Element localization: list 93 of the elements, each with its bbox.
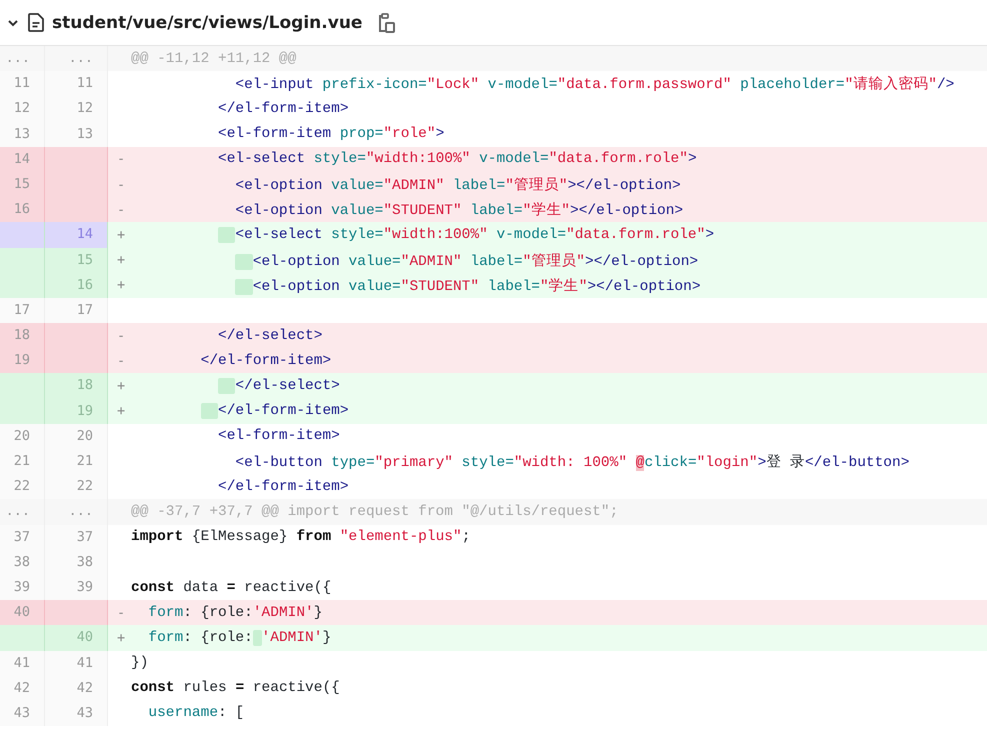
- copy-icon[interactable]: [378, 12, 396, 32]
- line-number: 18: [0, 323, 45, 348]
- line-number: 15: [0, 172, 45, 198]
- gutter-cell: [0, 222, 45, 248]
- code-line: username: [: [147, 705, 244, 722]
- gutter-cell: [45, 146, 108, 172]
- line-number: 14: [0, 146, 45, 172]
- code-line: <el-button type="primary" style="width: 100%" @click="login">登 录</el-button>: [234, 454, 910, 472]
- gutter-cell: [0, 398, 45, 424]
- line-number: 17: [45, 298, 108, 324]
- diff-marker: +: [116, 226, 126, 243]
- line-number: 38: [0, 550, 45, 575]
- code-line: </el-form-item>: [200, 352, 332, 369]
- file-icon: [28, 13, 44, 32]
- line-number: 38: [45, 550, 108, 575]
- diff-marker: +: [116, 252, 126, 268]
- line-number: 21: [0, 449, 45, 474]
- line-number: 37: [0, 524, 45, 550]
- line-number: 40: [0, 600, 45, 626]
- line-number: 19: [45, 398, 108, 424]
- line-number: 22: [0, 474, 45, 500]
- code-line: <el-option value="STUDENT" label="学生"></el-option>: [131, 276, 701, 295]
- line-number: 12: [45, 96, 108, 122]
- gutter-cell: [0, 272, 45, 298]
- code-line: <el-select style="width:100%" v-model="data.form.role">: [217, 151, 697, 168]
- code-line: </el-form-item>: [217, 478, 349, 495]
- diff-marker: -: [116, 176, 126, 193]
- gutter-cell: [0, 625, 45, 651]
- line-number: 13: [45, 122, 108, 147]
- line-number: 42: [0, 676, 45, 701]
- line-number: ...: [45, 46, 108, 72]
- line-number: 22: [45, 474, 108, 500]
- diff-marker: -: [116, 151, 126, 168]
- line-number: ...: [0, 46, 45, 72]
- code-line: const data = reactive({: [131, 580, 332, 596]
- gutter-cell: [0, 248, 45, 273]
- line-number: 19: [0, 348, 45, 374]
- hunk-header: @@ -11,12 +11,12 @@: [131, 50, 296, 67]
- gutter-cell: [45, 323, 108, 348]
- code-line: </el-form-item>: [217, 100, 349, 117]
- line-number: 43: [0, 700, 45, 726]
- diff-marker: +: [116, 378, 126, 394]
- diff-marker: -: [116, 604, 126, 621]
- line-number: 17: [0, 298, 45, 324]
- gutter-cell: [45, 197, 108, 222]
- code-line: <el-select style="width:100%" v-model="data.form.role">: [131, 226, 714, 243]
- code-line: <el-option value="STUDENT" label="学生"></el-option>: [234, 201, 684, 220]
- file-path: student/vue/src/views/Login.vue: [52, 12, 362, 32]
- line-number: 20: [0, 424, 45, 450]
- diff-marker: -: [116, 352, 126, 369]
- line-number: 41: [45, 650, 108, 676]
- diff-marker: +: [116, 277, 126, 294]
- line-number: ...: [45, 499, 108, 525]
- line-number: 11: [45, 71, 108, 96]
- diff-marker: +: [116, 403, 126, 420]
- diff-marker: +: [116, 630, 126, 646]
- code-line: <el-input prefix-icon="Lock" v-model="data.form.password" placeholder="请输入密码"/>: [234, 74, 954, 94]
- line-number: 16: [0, 197, 45, 222]
- code-line: <el-form-item prop="role">: [217, 126, 444, 142]
- code-line: form: {role: 'ADMIN'}: [147, 630, 332, 646]
- line-number: 42: [45, 676, 108, 701]
- code-line: <el-option value="ADMIN" label="管理员"></el-option>: [234, 176, 681, 194]
- line-number: 39: [45, 574, 108, 600]
- code-line: </el-form-item>: [131, 403, 349, 420]
- code-line: form: {role:'ADMIN'}: [147, 604, 322, 621]
- line-number: 37: [45, 524, 108, 550]
- diff-marker: -: [116, 328, 126, 344]
- line-number: 43: [45, 700, 108, 726]
- line-number: 12: [0, 96, 45, 122]
- line-number: 11: [0, 71, 45, 96]
- line-number: ...: [0, 499, 45, 525]
- line-number: 21: [45, 449, 108, 474]
- code-line: </el-select>: [131, 378, 340, 394]
- line-number: 40: [45, 625, 108, 651]
- line-number: 41: [0, 650, 45, 676]
- line-number: 16: [45, 272, 108, 298]
- line-number: 15: [45, 248, 108, 273]
- code-line: const rules = reactive({: [131, 680, 340, 696]
- line-number: 18: [45, 373, 108, 399]
- code-line: }): [131, 655, 148, 672]
- line-number: 14: [45, 222, 108, 248]
- gutter-cell: [45, 348, 108, 374]
- gutter-cell: [45, 600, 108, 626]
- line-number: 13: [0, 122, 45, 147]
- line-number: 20: [45, 424, 108, 450]
- code-line: </el-select>: [217, 328, 322, 344]
- line-number: 39: [0, 574, 45, 600]
- diff-marker: -: [116, 202, 126, 218]
- code-line: import {ElMessage} from "element-plus";: [131, 529, 470, 546]
- hunk-header: @@ -37,7 +37,7 @@ import request from "@/utils/request";: [131, 504, 618, 520]
- gutter-cell: [0, 373, 45, 399]
- code-line: <el-option value="ADMIN" label="管理员"></el-option>: [131, 250, 698, 270]
- code-line: <el-form-item>: [217, 428, 340, 444]
